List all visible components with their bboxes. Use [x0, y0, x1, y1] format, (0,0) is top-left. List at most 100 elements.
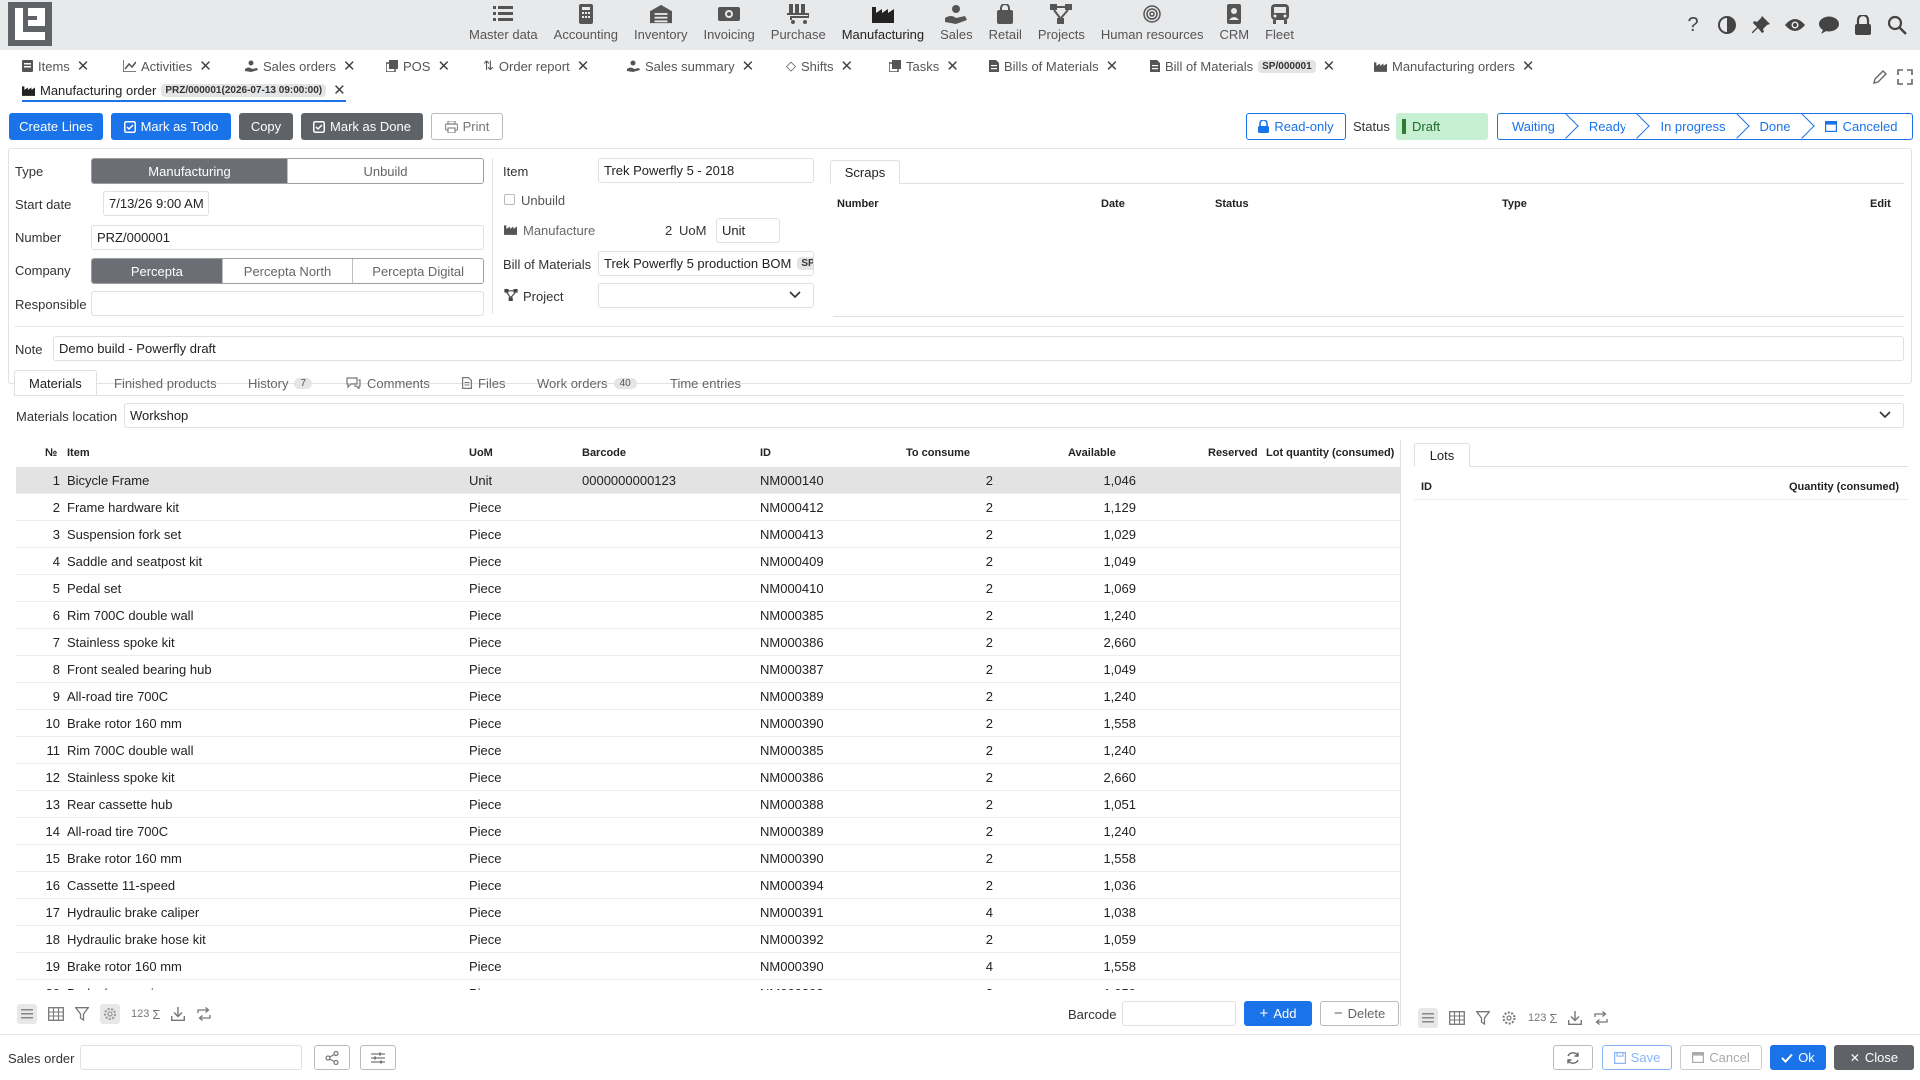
table-row[interactable]: 15 Brake rotor 160 mm Piece NM000390 2 1,558 [16, 845, 1400, 872]
stage-done[interactable]: Done [1740, 114, 1805, 139]
module-fleet[interactable]: Fleet [1257, 0, 1302, 50]
close-icon[interactable]: ✕ [1106, 57, 1119, 75]
lots-column-id[interactable]: ID [1421, 481, 1432, 493]
tab-activities[interactable]: Activities ✕ [123, 55, 212, 77]
tab-shifts[interactable]: ◇ Shifts ✕ [786, 55, 853, 77]
scraps-column-number[interactable]: Number [837, 198, 879, 210]
fullscreen-icon[interactable] [1897, 69, 1913, 85]
close-icon[interactable]: ✕ [437, 57, 450, 75]
stage-in-progress[interactable]: In progress [1640, 114, 1739, 139]
close-icon[interactable]: ✕ [841, 57, 854, 75]
table-row[interactable]: 17 Hydraulic brake caliper Piece NM000391 4 1… [16, 899, 1400, 926]
module-purchase[interactable]: Purchase [763, 0, 834, 50]
unbuild-checkbox[interactable] [504, 194, 515, 205]
refresh-icon[interactable] [196, 1007, 212, 1021]
reload-button[interactable] [1553, 1045, 1593, 1070]
stage-canceled[interactable]: Canceled [1805, 114, 1912, 139]
sales-order-input[interactable] [80, 1045, 302, 1070]
table-row[interactable]: 14 All-road tire 700C Piece NM000389 2 1,240 [16, 818, 1400, 845]
sum-toggle[interactable]: 123 Σ [1528, 1011, 1557, 1026]
column-number[interactable]: № [45, 447, 57, 459]
item-input[interactable]: Trek Powerfly 5 - 2018 [598, 158, 814, 183]
table-row[interactable]: 3 Suspension fork set Piece NM000413 2 1,029 [16, 521, 1400, 548]
table-row[interactable]: 6 Rim 700C double wall Piece NM000385 2 1,240 [16, 602, 1400, 629]
table-row[interactable]: 12 Stainless spoke kit Piece NM000386 2 2,660 [16, 764, 1400, 791]
uom-input[interactable]: Unit [716, 218, 780, 243]
share-button[interactable] [314, 1045, 350, 1070]
responsible-input[interactable] [91, 291, 484, 316]
adjustments-button[interactable] [360, 1045, 396, 1070]
module-human-resources[interactable]: Human resources [1093, 0, 1212, 50]
ok-button[interactable]: Ok [1770, 1045, 1826, 1070]
module-crm[interactable]: CRM [1211, 0, 1257, 50]
project-select[interactable] [598, 283, 814, 308]
stage-ready[interactable]: Ready [1569, 114, 1641, 139]
lock-icon[interactable] [1850, 12, 1876, 38]
close-icon[interactable]: ✕ [199, 57, 212, 75]
module-master-data[interactable]: Master data [461, 0, 546, 50]
company-option-percepta-north[interactable]: Percepta North [221, 259, 353, 283]
eye-icon[interactable] [1782, 12, 1808, 38]
table-row[interactable]: 2 Frame hardware kit Piece NM000412 2 1,129 [16, 494, 1400, 521]
close-icon[interactable]: ✕ [742, 57, 755, 75]
table-row[interactable]: 10 Brake rotor 160 mm Piece NM000390 2 1,558 [16, 710, 1400, 737]
save-button[interactable]: Save [1602, 1045, 1672, 1070]
number-input[interactable]: PRZ/000001 [91, 225, 484, 250]
tab-bill-of-materials[interactable]: Bill of Materials SP/000001 ✕ [1150, 55, 1335, 77]
module-accounting[interactable]: Accounting [546, 0, 626, 50]
mark-as-done-button[interactable]: Mark as Done [301, 113, 423, 140]
module-inventory[interactable]: Inventory [626, 0, 695, 50]
close-icon[interactable]: ✕ [1522, 57, 1535, 75]
column-to-consume[interactable]: To consume [906, 447, 970, 459]
create-lines-button[interactable]: Create Lines [9, 113, 103, 140]
module-manufacturing[interactable]: Manufacturing [834, 0, 932, 50]
help-icon[interactable]: ? [1680, 12, 1706, 38]
table-row[interactable]: 16 Cassette 11-speed Piece NM000394 2 1,036 [16, 872, 1400, 899]
barcode-input[interactable] [1122, 1001, 1236, 1026]
stage-waiting[interactable]: Waiting [1498, 114, 1569, 139]
manufacture-quantity[interactable]: 2 [665, 223, 672, 238]
download-icon[interactable] [171, 1007, 186, 1021]
table-view-icon[interactable] [1449, 1011, 1465, 1025]
close-icon[interactable]: ✕ [77, 57, 90, 75]
tab-pos[interactable]: POS ✕ [386, 55, 450, 77]
lots-column-quantity[interactable]: Quantity (consumed) [1789, 481, 1899, 493]
delete-material-button[interactable]: − Delete [1320, 1001, 1399, 1026]
cancel-button[interactable]: Cancel [1680, 1045, 1762, 1070]
table-row[interactable]: 7 Stainless spoke kit Piece NM000386 2 2,660 [16, 629, 1400, 656]
column-id[interactable]: ID [760, 447, 771, 459]
note-input[interactable]: Demo build - Powerfly draft [53, 336, 1904, 361]
column-item[interactable]: Item [67, 447, 90, 459]
subtab-comments[interactable]: Comments [346, 370, 430, 396]
subtab-finished-products[interactable]: Finished products [114, 370, 217, 396]
copy-button[interactable]: Copy [239, 113, 293, 140]
start-date-input[interactable]: 7/13/26 9:00 AM [103, 191, 209, 216]
close-icon[interactable]: ✕ [343, 57, 356, 75]
company-option-percepta[interactable]: Percepta [92, 259, 222, 283]
bill-of-materials-input[interactable]: Trek Powerfly 5 production BOM SP/ [598, 251, 814, 276]
module-sales[interactable]: Sales [932, 0, 981, 50]
filter-icon[interactable] [1476, 1011, 1490, 1025]
module-retail[interactable]: Retail [981, 0, 1030, 50]
close-icon[interactable]: ✕ [946, 57, 959, 75]
search-icon[interactable] [1884, 12, 1910, 38]
mark-as-todo-button[interactable]: Mark as Todo [111, 113, 231, 140]
edit-pencil-icon[interactable] [1872, 69, 1888, 85]
table-row[interactable]: 18 Hydraulic brake hose kit Piece NM000392 2… [16, 926, 1400, 953]
lots-tab[interactable]: Lots [1414, 443, 1470, 467]
close-button[interactable]: ✕ Close [1834, 1045, 1914, 1070]
close-icon[interactable]: ✕ [333, 81, 346, 99]
print-button[interactable]: Print [431, 113, 503, 140]
theme-contrast-icon[interactable] [1714, 12, 1740, 38]
table-row[interactable]: 13 Rear cassette hub Piece NM000388 2 1,051 [16, 791, 1400, 818]
tab-items[interactable]: Items ✕ [22, 55, 89, 77]
materials-location-select[interactable]: Workshop [124, 403, 1904, 428]
app-logo[interactable] [8, 2, 52, 46]
table-row[interactable]: 5 Pedal set Piece NM000410 2 1,069 [16, 575, 1400, 602]
tab-manufacturing-order[interactable]: Manufacturing order PRZ/000001(2026-07-1… [22, 80, 346, 102]
subtab-work-orders[interactable]: Work orders 40 [537, 370, 637, 396]
column-reserved[interactable]: Reserved [1208, 447, 1258, 459]
column-lot-quantity[interactable]: Lot quantity (consumed) [1266, 447, 1394, 459]
tab-bills-of-materials[interactable]: Bills of Materials ✕ [989, 55, 1118, 77]
list-view-icon[interactable] [17, 1004, 37, 1024]
